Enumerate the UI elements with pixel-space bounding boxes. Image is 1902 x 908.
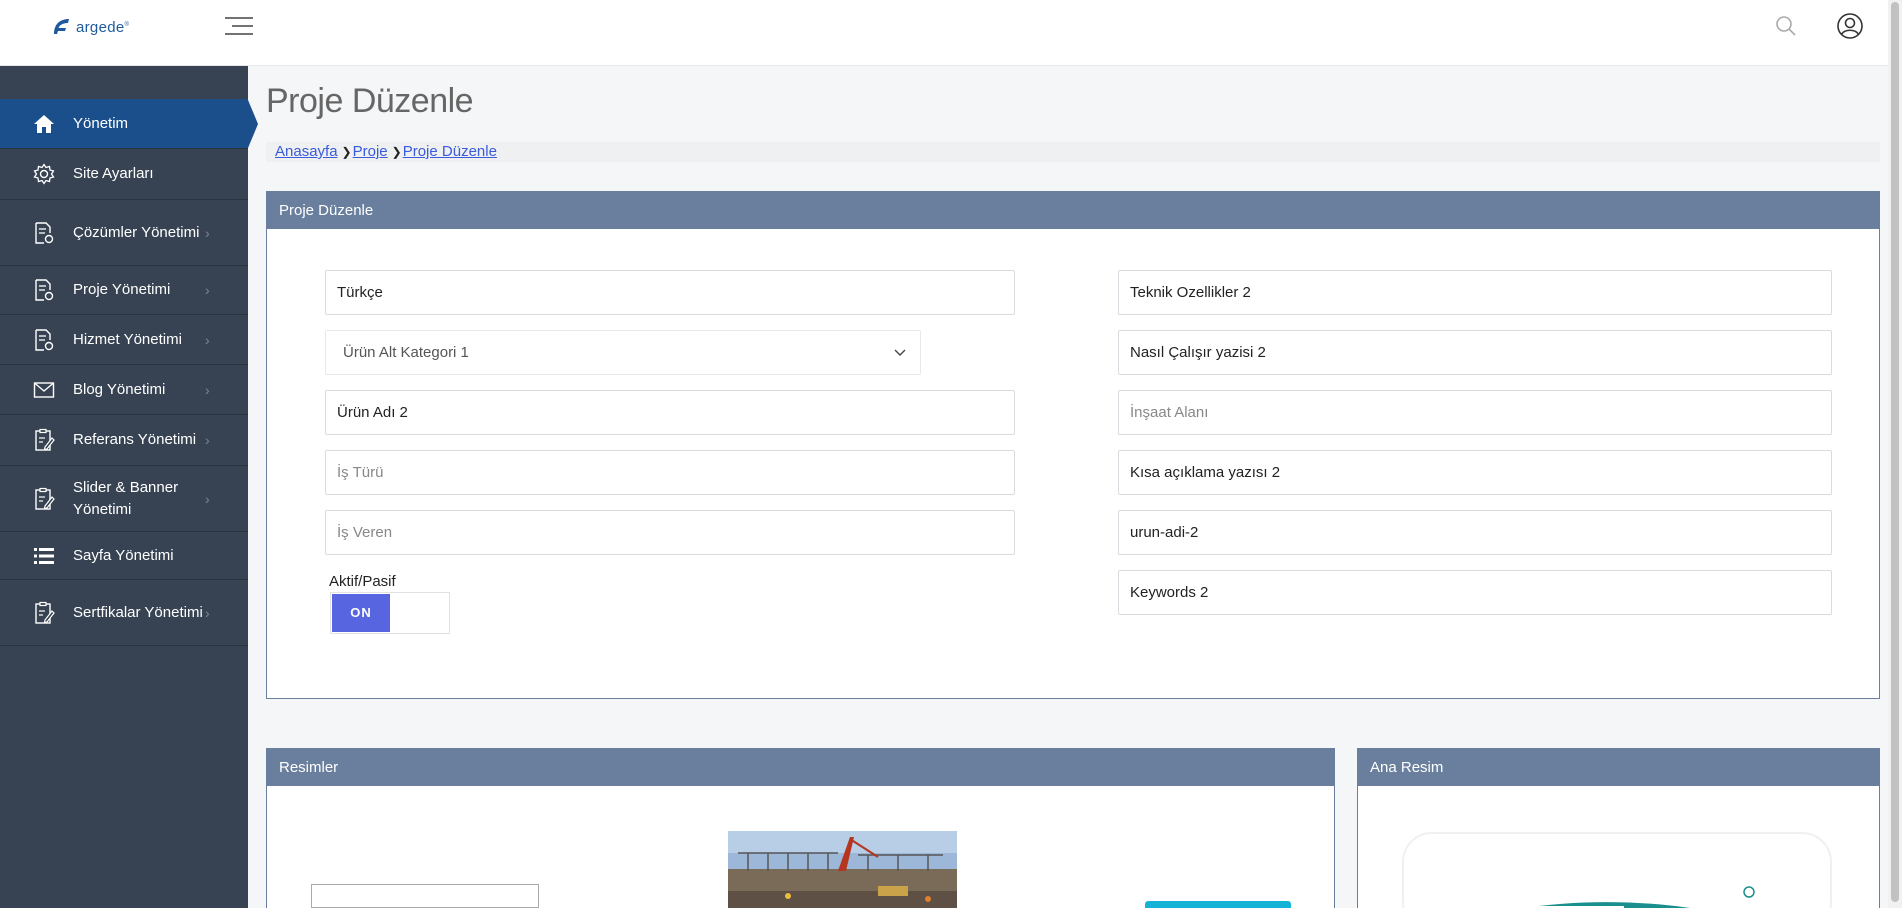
- sidebar-item-yonetim[interactable]: Yönetim: [0, 99, 258, 149]
- list-icon: [32, 544, 56, 568]
- sidebar: Yönetim Site Ayarları Çözümler Yönetimi …: [0, 66, 258, 908]
- sidebar-item-label: Sayfa Yönetimi: [73, 546, 174, 564]
- panel-title: Proje Düzenle: [267, 192, 1879, 229]
- breadcrumb: Anasayfa ❯ Proje ❯ Proje Düzenle: [266, 142, 1880, 162]
- active-toggle[interactable]: ON: [330, 592, 450, 634]
- sidebar-item-blog[interactable]: Blog Yönetimi ›: [0, 365, 248, 415]
- top-header: argede®: [0, 0, 1902, 66]
- chevron-down-icon: [894, 349, 906, 356]
- sidebar-item-label: Site Ayarları: [73, 165, 154, 182]
- panel-title: Ana Resim: [1358, 749, 1879, 786]
- product-name-field[interactable]: Ürün Adı 2: [325, 390, 1015, 435]
- main-image-preview[interactable]: [1402, 832, 1832, 908]
- main-image-logo: [1514, 886, 1755, 908]
- argede-logo-icon: [54, 19, 69, 34]
- chevron-right-icon: ›: [205, 490, 210, 507]
- category-select-value: Ürün Alt Kategori 1: [343, 344, 469, 361]
- slug-field[interactable]: urun-adi-2: [1118, 510, 1832, 555]
- chevron-right-icon: ›: [205, 331, 210, 348]
- proje-duzenle-panel: Proje Düzenle Türkçe Ürün Alt Kategori 1…: [266, 191, 1880, 699]
- scrollbar-thumb[interactable]: [1891, 2, 1899, 902]
- short-description-field[interactable]: Kısa açıklama yazısı 2: [1118, 450, 1832, 495]
- how-it-works-field[interactable]: Nasıl Çalışır yazisi 2: [1118, 330, 1832, 375]
- toggle-label: Aktif/Pasif: [329, 573, 396, 590]
- employer-field[interactable]: İş Veren: [325, 510, 1015, 555]
- job-type-field[interactable]: İş Türü: [325, 450, 1015, 495]
- main-image-panel: Ana Resim: [1357, 748, 1880, 908]
- hamburger-menu-icon[interactable]: [223, 14, 255, 38]
- language-field[interactable]: Türkçe: [325, 270, 1015, 315]
- construction-area-field[interactable]: İnşaat Alanı: [1118, 390, 1832, 435]
- panel-title: Resimler: [267, 749, 1334, 786]
- chevron-right-icon: ›: [205, 282, 210, 298]
- search-icon[interactable]: [1774, 14, 1798, 38]
- envelope-icon: [32, 378, 56, 402]
- sidebar-item-label: Blog Yönetimi: [73, 380, 166, 398]
- chevron-right-icon: ❯: [391, 145, 402, 159]
- user-circle-icon[interactable]: [1836, 12, 1864, 40]
- chevron-right-icon: ❯: [341, 145, 352, 159]
- document-gear-icon: [32, 221, 56, 245]
- brand-logo[interactable]: argede®: [50, 16, 129, 38]
- page-title: Proje Düzenle: [266, 82, 474, 120]
- sidebar-item-label: Sertfikalar Yönetimi: [73, 603, 203, 621]
- sidebar-item-slider-banner[interactable]: Slider & Banner Yönetimi ›: [0, 466, 248, 532]
- breadcrumb-link-proje[interactable]: Proje: [353, 142, 388, 162]
- sidebar-item-sertifikalar[interactable]: Sertfikalar Yönetimi ›: [0, 580, 248, 646]
- gear-icon: [32, 162, 56, 186]
- technical-specs-field[interactable]: Teknik Ozellikler 2: [1118, 270, 1832, 315]
- clipboard-edit-icon: [32, 601, 56, 625]
- sidebar-item-cozumler[interactable]: Çözümler Yönetimi ›: [0, 200, 248, 266]
- clipboard-edit-icon: [32, 487, 56, 511]
- upload-button[interactable]: [1145, 901, 1291, 908]
- construction-site-photo[interactable]: [728, 831, 957, 908]
- page-scrollbar[interactable]: [1888, 0, 1902, 908]
- home-icon: [32, 112, 56, 136]
- sidebar-item-site-ayarlari[interactable]: Site Ayarları: [0, 149, 248, 200]
- sidebar-item-label: Slider & Banner Yönetimi: [73, 478, 179, 518]
- brand-name: argede®: [76, 18, 130, 36]
- breadcrumb-link-anasayfa[interactable]: Anasayfa: [275, 142, 338, 162]
- keywords-field[interactable]: Keywords 2: [1118, 570, 1832, 615]
- document-gear-icon: [32, 278, 56, 302]
- sidebar-item-hizmet[interactable]: Hizmet Yönetimi ›: [0, 315, 248, 365]
- chevron-right-icon: ›: [205, 604, 210, 621]
- category-select[interactable]: Ürün Alt Kategori 1: [325, 330, 921, 375]
- construction-photo-image: [728, 831, 957, 908]
- sidebar-item-proje[interactable]: Proje Yönetimi ›: [0, 266, 248, 315]
- toggle-on-state: ON: [332, 594, 390, 632]
- chevron-right-icon: ›: [205, 432, 210, 448]
- broken-image-placeholder: [311, 884, 539, 908]
- document-gear-icon: [32, 328, 56, 352]
- sidebar-item-label: Referans Yönetimi: [73, 431, 197, 448]
- sidebar-item-referans[interactable]: Referans Yönetimi ›: [0, 415, 248, 466]
- clipboard-edit-icon: [32, 428, 56, 452]
- breadcrumb-link-proje-duzenle[interactable]: Proje Düzenle: [403, 142, 497, 162]
- sidebar-item-sayfa[interactable]: Sayfa Yönetimi: [0, 532, 248, 580]
- sidebar-item-label: Proje Yönetimi: [73, 281, 171, 298]
- chevron-right-icon: ›: [205, 224, 210, 241]
- sidebar-item-label: Çözümler Yönetimi: [73, 223, 200, 241]
- sidebar-item-label: Yönetim: [73, 114, 129, 132]
- images-panel: Resimler: [266, 748, 1335, 908]
- sidebar-item-label: Hizmet Yönetimi: [73, 330, 182, 348]
- chevron-right-icon: ›: [205, 381, 210, 398]
